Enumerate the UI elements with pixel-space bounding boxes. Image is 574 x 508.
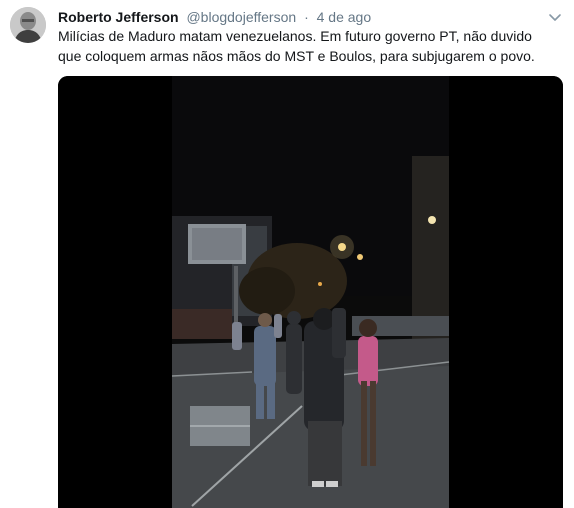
chevron-down-icon[interactable]	[548, 10, 562, 24]
author-name[interactable]: Roberto Jefferson	[58, 9, 179, 25]
avatar-photo	[10, 7, 46, 43]
video-player[interactable]	[58, 76, 563, 508]
tweet-timestamp[interactable]: 4 de ago	[317, 9, 372, 25]
tweet-header: Roberto Jefferson @blogdojefferson · 4 d…	[58, 8, 371, 26]
video-frame	[58, 76, 563, 508]
tweet-text: Milícias de Maduro matam venezuelanos. E…	[58, 28, 535, 64]
tweet-card[interactable]: Roberto Jefferson @blogdojefferson · 4 d…	[0, 0, 574, 508]
avatar[interactable]	[10, 7, 46, 43]
separator-dot: ·	[304, 9, 309, 25]
author-handle[interactable]: @blogdojefferson	[186, 9, 296, 25]
